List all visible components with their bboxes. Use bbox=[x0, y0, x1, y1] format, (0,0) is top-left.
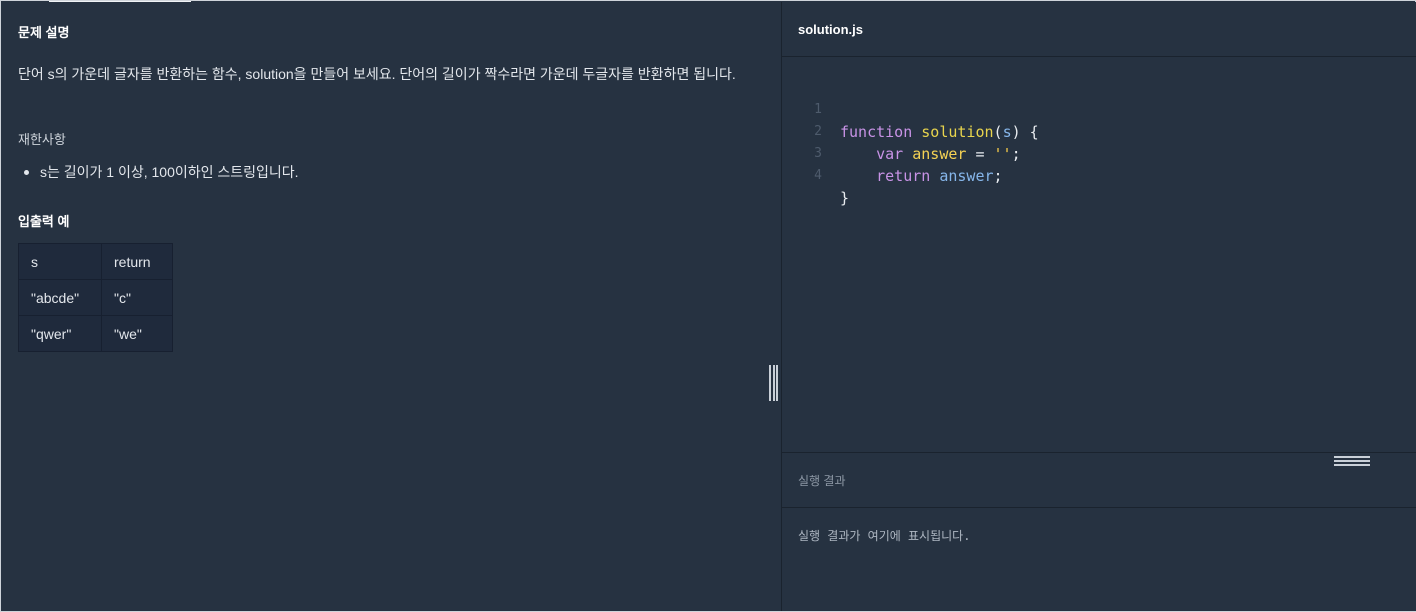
code-text: } bbox=[840, 189, 850, 207]
table-row: "abcde" "c" bbox=[18, 279, 173, 316]
code-punct: ; bbox=[1011, 145, 1021, 163]
results-output: 실행 결과가 여기에 표시됩니다. bbox=[798, 529, 971, 543]
resize-grip-line bbox=[1334, 456, 1370, 458]
io-example-table: s return "abcde" "c" "qwer" "we" bbox=[18, 243, 173, 352]
code-keyword: return bbox=[876, 167, 931, 185]
code-function-name: solution bbox=[921, 123, 994, 141]
vertical-resize-handle[interactable] bbox=[769, 365, 778, 401]
results-header: 실행 결과 bbox=[782, 453, 1416, 508]
constraint-item: s는 길이가 1 이상, 100이하인 스트링입니다. bbox=[24, 164, 299, 180]
table-row: "qwer" "we" bbox=[18, 315, 173, 352]
resize-grip-line bbox=[776, 365, 778, 401]
code-line: 3 return answer; bbox=[782, 121, 1002, 185]
horizontal-resize-handle[interactable] bbox=[1334, 456, 1370, 466]
line-number: 4 bbox=[814, 168, 822, 183]
code-param: s bbox=[1002, 123, 1012, 141]
code-string: '' bbox=[993, 145, 1012, 163]
resize-grip-line bbox=[769, 365, 771, 401]
code-line: 4 } bbox=[782, 143, 854, 207]
constraints-title: 재한사항 bbox=[18, 132, 66, 147]
results-title: 실행 결과 bbox=[798, 474, 846, 488]
code-text: var answer = ''; bbox=[840, 143, 1021, 165]
app-frame: 문제 설명 단어 s의 가운데 글자를 반환하는 함수, solution을 만… bbox=[0, 0, 1416, 612]
code-keyword: var bbox=[876, 145, 904, 163]
editor-tab-header: solution.js bbox=[782, 2, 1416, 57]
code-variable: answer bbox=[912, 145, 967, 163]
code-punct: = bbox=[966, 145, 994, 163]
io-example-title: 입출력 예 bbox=[18, 214, 70, 229]
table-cell: "qwer" bbox=[18, 315, 102, 352]
editor-pane: solution.js 1 function solution(s) { 2 v… bbox=[781, 2, 1416, 611]
code-punct: ) { bbox=[1011, 123, 1039, 141]
file-tab[interactable]: solution.js bbox=[798, 22, 863, 37]
resize-grip-line bbox=[772, 365, 775, 401]
problem-description: 단어 s의 가운데 글자를 반환하는 함수, solution을 만들어 보세요… bbox=[18, 66, 736, 82]
code-editor[interactable]: 1 function solution(s) { 2 var answer = … bbox=[782, 57, 1416, 452]
results-panel: 실행 결과 실행 결과가 여기에 표시됩니다. bbox=[782, 452, 1416, 612]
table-cell: "abcde" bbox=[18, 279, 102, 316]
table-cell: "we" bbox=[101, 315, 173, 352]
code-text: return answer; bbox=[840, 165, 1003, 187]
code-line: 2 var answer = ''; bbox=[782, 99, 1020, 163]
table-cell: "c" bbox=[101, 279, 173, 316]
resize-grip-line bbox=[1334, 464, 1370, 466]
problem-title: 문제 설명 bbox=[18, 25, 70, 40]
table-header-row: s return bbox=[18, 243, 173, 280]
table-header-cell: return bbox=[101, 243, 173, 280]
problem-pane: 문제 설명 단어 s의 가운데 글자를 반환하는 함수, solution을 만… bbox=[2, 2, 780, 611]
code-line: 1 function solution(s) { bbox=[782, 77, 1039, 141]
code-punct: ; bbox=[993, 167, 1003, 185]
code-text: function solution(s) { bbox=[840, 121, 1039, 143]
table-header-cell: s bbox=[18, 243, 102, 280]
code-punct: ( bbox=[993, 123, 1003, 141]
code-variable: answer bbox=[939, 167, 994, 185]
resize-grip-line bbox=[1334, 460, 1370, 462]
